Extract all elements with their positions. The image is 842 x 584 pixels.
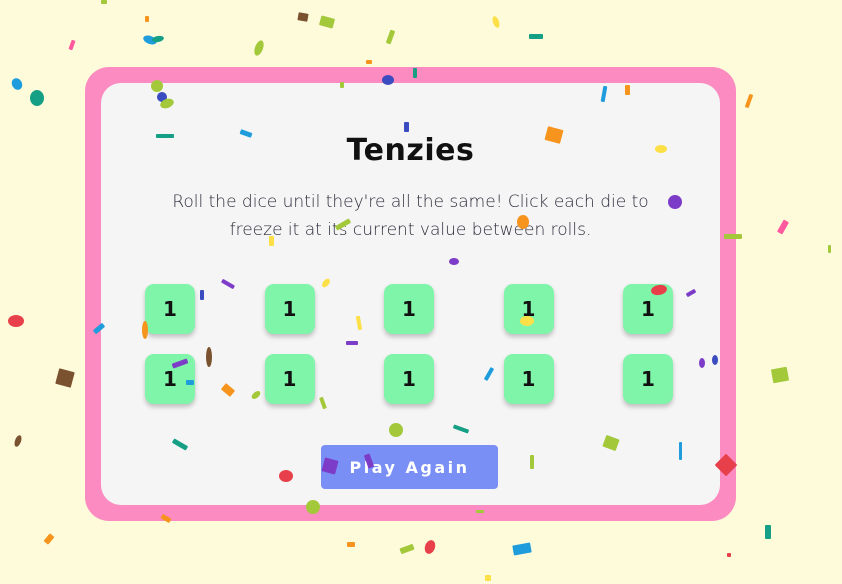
confetti-piece xyxy=(727,553,731,557)
confetti-piece xyxy=(151,35,165,43)
confetti-piece xyxy=(145,16,149,22)
confetti-piece xyxy=(828,245,831,253)
confetti-piece xyxy=(8,315,24,327)
confetti-piece xyxy=(55,368,75,388)
confetti-piece xyxy=(347,542,355,547)
confetti-piece xyxy=(776,219,790,235)
confetti-piece xyxy=(491,15,501,29)
confetti-piece xyxy=(318,15,336,29)
confetti-piece xyxy=(297,12,309,22)
confetti-piece xyxy=(744,93,754,109)
die-1[interactable]: 1 xyxy=(145,284,195,334)
confetti-piece xyxy=(9,76,25,92)
dice-grid: 1 1 1 1 1 1 1 1 1 1 xyxy=(145,284,673,404)
confetti-piece xyxy=(101,0,107,4)
confetti-piece xyxy=(422,538,438,556)
confetti-piece xyxy=(770,366,790,384)
die-2[interactable]: 1 xyxy=(264,284,315,334)
confetti-piece xyxy=(13,434,23,448)
game-title: Tenzies xyxy=(346,133,475,168)
confetti-piece xyxy=(399,543,415,555)
die-9[interactable]: 1 xyxy=(503,354,554,404)
confetti-piece xyxy=(366,60,372,64)
confetti-piece xyxy=(252,39,266,57)
die-3[interactable]: 1 xyxy=(384,284,434,334)
confetti-piece xyxy=(765,525,771,539)
die-4[interactable]: 1 xyxy=(503,284,554,334)
die-6[interactable]: 1 xyxy=(145,354,195,404)
confetti-piece xyxy=(529,34,543,39)
die-7[interactable]: 1 xyxy=(264,354,315,404)
game-card-frame: Tenzies Roll the dice until they're all … xyxy=(85,67,736,521)
confetti-piece xyxy=(68,39,76,51)
confetti-piece xyxy=(512,542,532,556)
confetti-piece xyxy=(385,29,396,45)
die-5[interactable]: 1 xyxy=(623,284,673,334)
confetti-piece xyxy=(30,90,44,106)
game-card: Tenzies Roll the dice until they're all … xyxy=(101,83,720,505)
die-8[interactable]: 1 xyxy=(384,354,434,404)
confetti-piece xyxy=(485,575,491,581)
confetti-piece xyxy=(43,533,55,545)
game-instructions: Roll the dice until they're all the same… xyxy=(172,192,649,240)
die-10[interactable]: 1 xyxy=(623,354,673,404)
confetti-piece xyxy=(142,33,158,47)
play-again-button[interactable]: Play Again xyxy=(321,445,498,489)
